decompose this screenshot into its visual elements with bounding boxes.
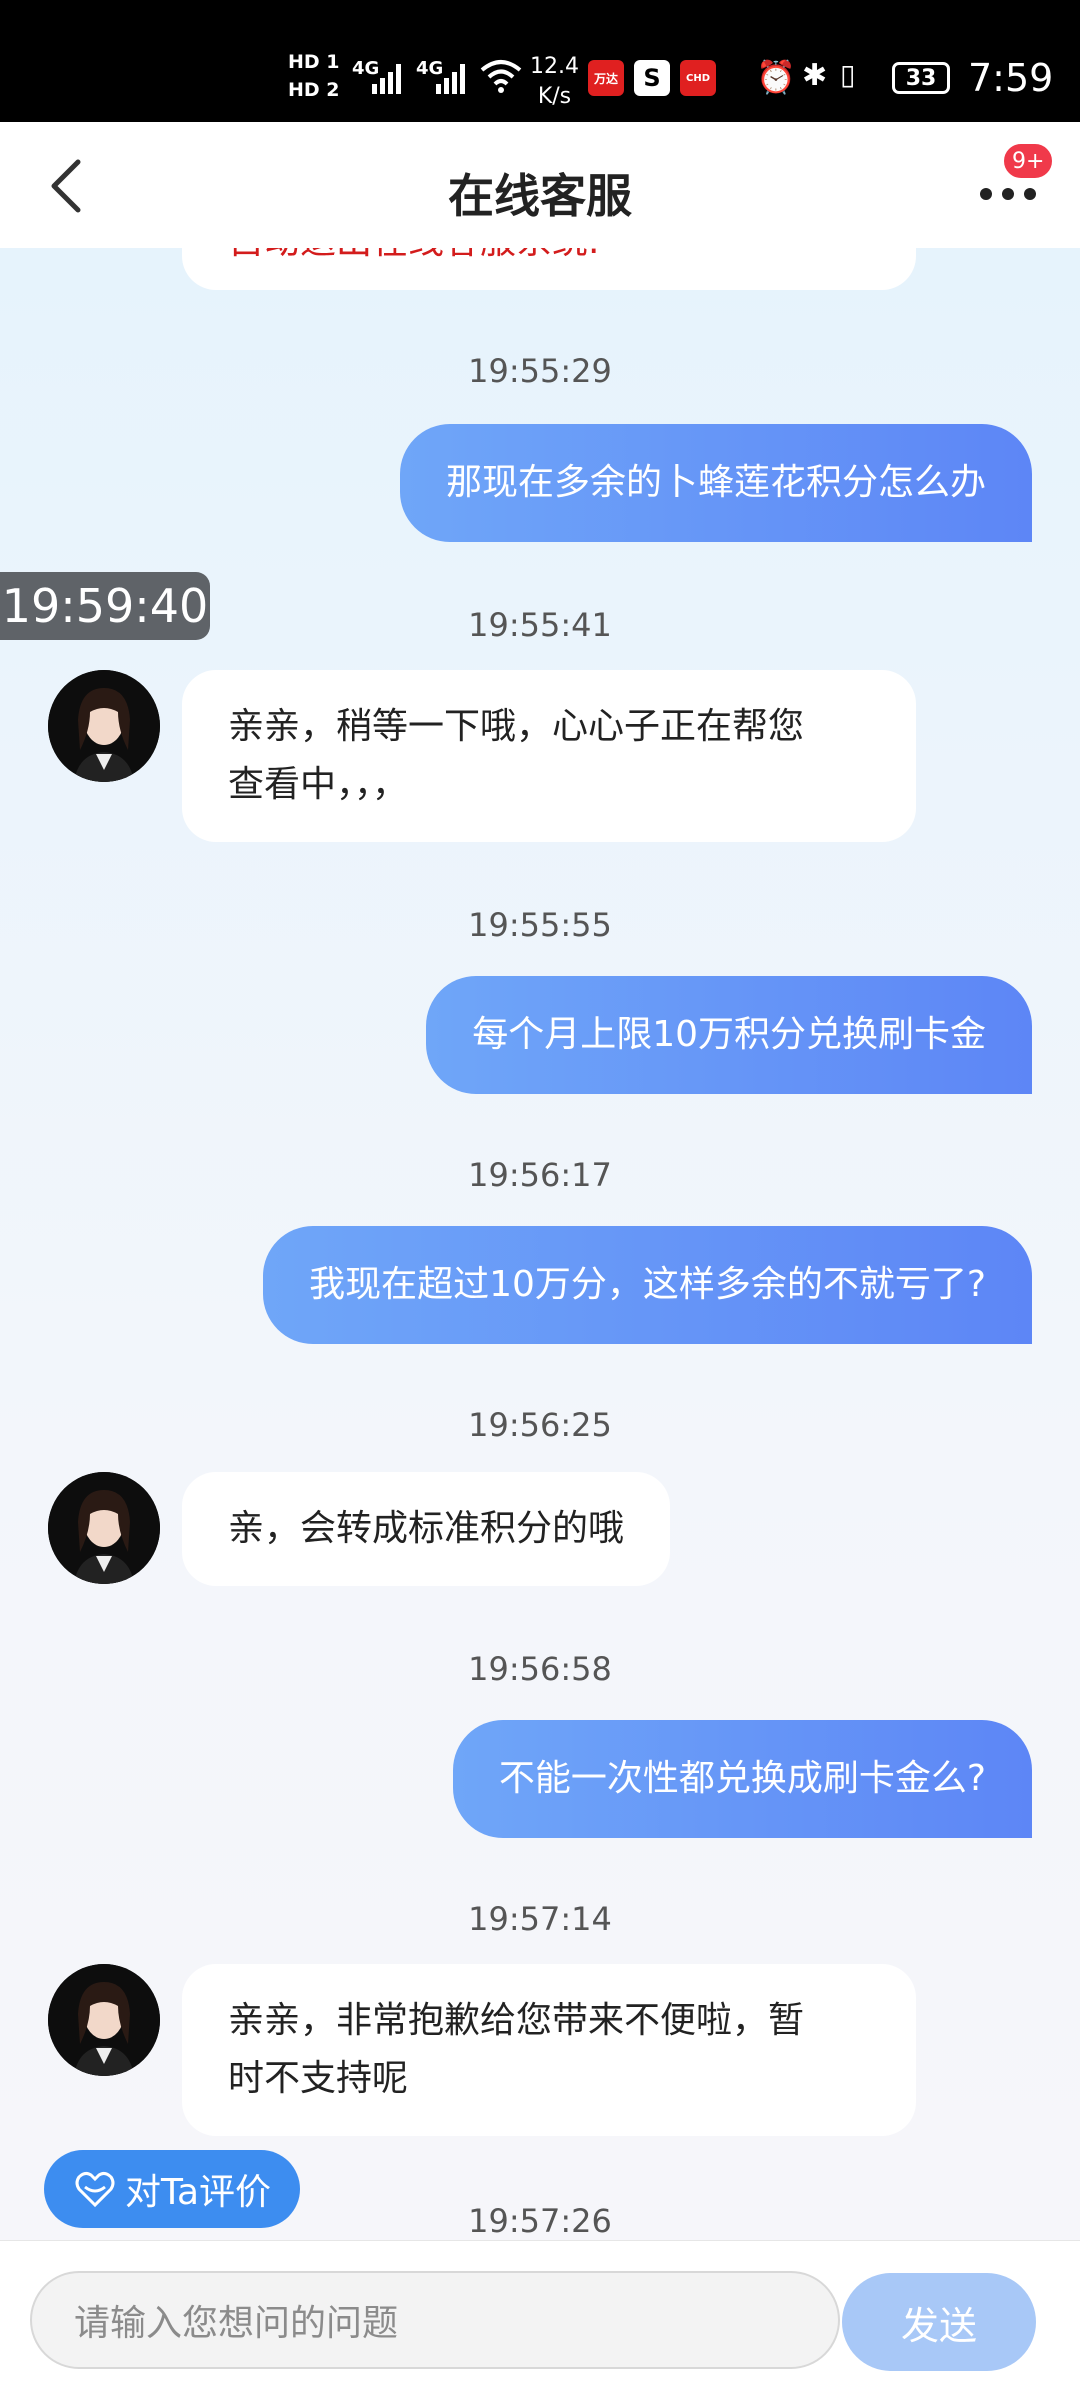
agent-message-line: 亲亲，稍等一下哦，心心子正在帮您 xyxy=(228,706,805,747)
hd-indicator: HD 1 HD 2 xyxy=(288,48,340,104)
app-notification-icon: 万达 xyxy=(588,60,624,96)
agent-avatar[interactable] xyxy=(48,1472,160,1584)
input-placeholder: 请输入您想问的问题 xyxy=(74,2303,399,2344)
agent-avatar-image xyxy=(48,670,160,782)
hd1-label: HD 1 xyxy=(288,51,340,73)
previous-message-bubble: 自动退出在线客服系统. xyxy=(182,248,916,290)
wifi-icon xyxy=(480,60,522,93)
hd2-label: HD 2 xyxy=(288,79,340,101)
message-timestamp: 19:55:55 xyxy=(468,906,612,944)
user-message-text: 不能一次性都兑换成刷卡金么? xyxy=(498,1758,986,1799)
battery-icon: 33 xyxy=(892,62,950,94)
agent-message-bubble: 亲，会转成标准积分的哦 xyxy=(182,1472,671,1586)
page-title: 在线客服 xyxy=(448,169,632,223)
message-timestamp: 19:55:29 xyxy=(468,352,612,390)
agent-avatar[interactable] xyxy=(48,1964,160,2076)
agent-message-bubble: 亲亲，稍等一下哦，心心子正在帮您 查看中，，， xyxy=(182,670,916,842)
speed-unit: K/s xyxy=(537,84,572,109)
app-notification-icon-2: S xyxy=(634,60,670,96)
speed-value: 12.4 xyxy=(530,54,579,79)
notification-badge: 9+ xyxy=(1002,142,1055,180)
app-notification-icon-3: CHD xyxy=(680,60,716,96)
previous-message-text: 自动退出在线客服系统. xyxy=(228,248,599,264)
status-bar: HD 1 HD 2 4G 4G 12.4 K/s 万达 S CHD ⏰ ✱ ▯ … xyxy=(0,0,1080,122)
message-timestamp: 19:56:25 xyxy=(468,1406,612,1444)
alarm-icon: ⏰ xyxy=(756,58,796,96)
network-speed: 12.4 K/s xyxy=(530,52,579,112)
user-message-text: 那现在多余的卜蜂莲花积分怎么办 xyxy=(445,462,986,503)
user-message-bubble: 我现在超过10万分，这样多余的不就亏了? xyxy=(263,1226,1032,1344)
user-message-text: 每个月上限10万积分兑换刷卡金 xyxy=(472,1014,986,1055)
signal-icon-2 xyxy=(436,58,465,94)
rate-button-label: 对Ta评价 xyxy=(124,2172,272,2213)
message-timestamp: 19:56:58 xyxy=(468,1650,612,1688)
rate-icon xyxy=(75,2171,115,2208)
agent-avatar-image xyxy=(48,1964,160,2076)
signal-icon xyxy=(372,58,401,94)
rate-agent-button[interactable]: 对Ta评价 xyxy=(44,2150,300,2228)
bluetooth-icon: ✱ xyxy=(802,58,828,93)
send-button[interactable]: 发送 xyxy=(842,2273,1036,2371)
message-timestamp: 19:56:17 xyxy=(468,1156,612,1194)
chat-area[interactable]: 自动退出在线客服系统. 19:55:29 那现在多余的卜蜂莲花积分怎么办 19:… xyxy=(0,248,1080,2240)
user-message-bubble: 不能一次性都兑换成刷卡金么? xyxy=(452,1720,1032,1838)
user-message-bubble: 那现在多余的卜蜂莲花积分怎么办 xyxy=(399,424,1032,542)
user-message-text: 我现在超过10万分，这样多余的不就亏了? xyxy=(309,1264,986,1305)
agent-message-text: 亲，会转成标准积分的哦 xyxy=(228,1508,625,1549)
agent-message-line: 时不支持呢 xyxy=(228,2058,409,2099)
user-message-bubble: 每个月上限10万积分兑换刷卡金 xyxy=(426,976,1032,1094)
vibrate-icon: ▯ xyxy=(840,58,856,91)
agent-avatar-image xyxy=(48,1472,160,1584)
agent-message-line: 查看中，，， xyxy=(228,764,409,805)
input-bar: 请输入您想问的问题 发送 xyxy=(0,2240,1080,2400)
agent-message-bubble: 亲亲，非常抱歉给您带来不便啦，暂 时不支持呢 xyxy=(182,1964,916,2136)
message-input[interactable]: 请输入您想问的问题 xyxy=(30,2271,840,2369)
floating-time-overlay: 19:59:40 xyxy=(0,572,210,640)
app-header: 在线客服 xyxy=(0,122,1080,248)
more-icon[interactable] xyxy=(976,176,1046,206)
agent-message-line: 亲亲，非常抱歉给您带来不便啦，暂 xyxy=(228,2000,805,2041)
message-timestamp: 19:57:14 xyxy=(468,1900,612,1938)
clock: 7:59 xyxy=(968,56,1054,100)
agent-avatar[interactable] xyxy=(48,670,160,782)
